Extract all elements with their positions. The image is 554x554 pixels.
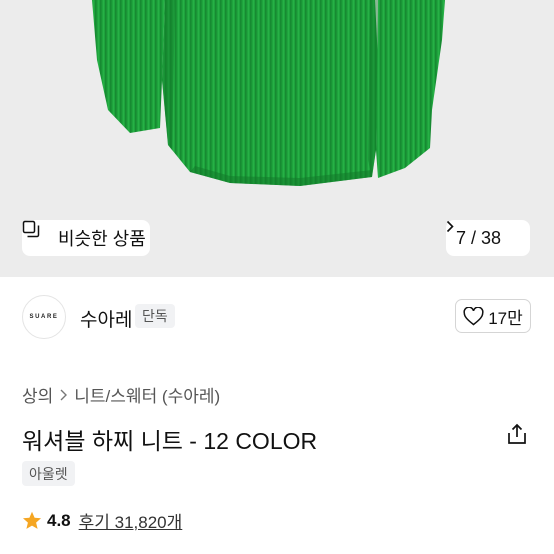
brand-logo[interactable]: SUARE [22, 295, 66, 339]
share-icon[interactable] [506, 423, 528, 445]
outlet-tag: 아울렛 [22, 461, 75, 486]
breadcrumb-item-subcategory[interactable]: 니트/스웨터 (수아레) [74, 382, 220, 407]
brand-name[interactable]: 수아레 [80, 305, 132, 332]
like-count: 17만 [488, 308, 523, 328]
product-image-gallery[interactable]: 비슷한 상품 7 / 38 [0, 0, 554, 277]
reviews-link[interactable]: 후기 31,820개 [79, 508, 183, 533]
chevron-right-icon [60, 389, 68, 401]
like-button[interactable]: 17만 [455, 299, 531, 333]
breadcrumb: 상의 니트/스웨터 (수아레) [22, 382, 220, 407]
star-icon [22, 511, 42, 530]
heart-icon [463, 306, 484, 326]
product-title: 워셔블 하찌 니트 - 12 COLOR [22, 428, 318, 454]
rating-score: 4.8 [47, 510, 71, 530]
rating-row: 4.8 후기 31,820개 [22, 508, 182, 533]
similar-products-label: 비슷한 상품 [58, 229, 146, 249]
brand-row: SUARE 수아레 단독 17만 [0, 277, 554, 357]
image-counter: 7 / 38 [456, 227, 502, 248]
similar-products-icon [22, 220, 52, 247]
breadcrumb-item-category[interactable]: 상의 [22, 382, 53, 407]
similar-products-button[interactable]: 비슷한 상품 [22, 220, 150, 256]
image-counter-button[interactable]: 7 / 38 [446, 220, 530, 256]
exclusive-badge: 단독 [135, 304, 175, 328]
